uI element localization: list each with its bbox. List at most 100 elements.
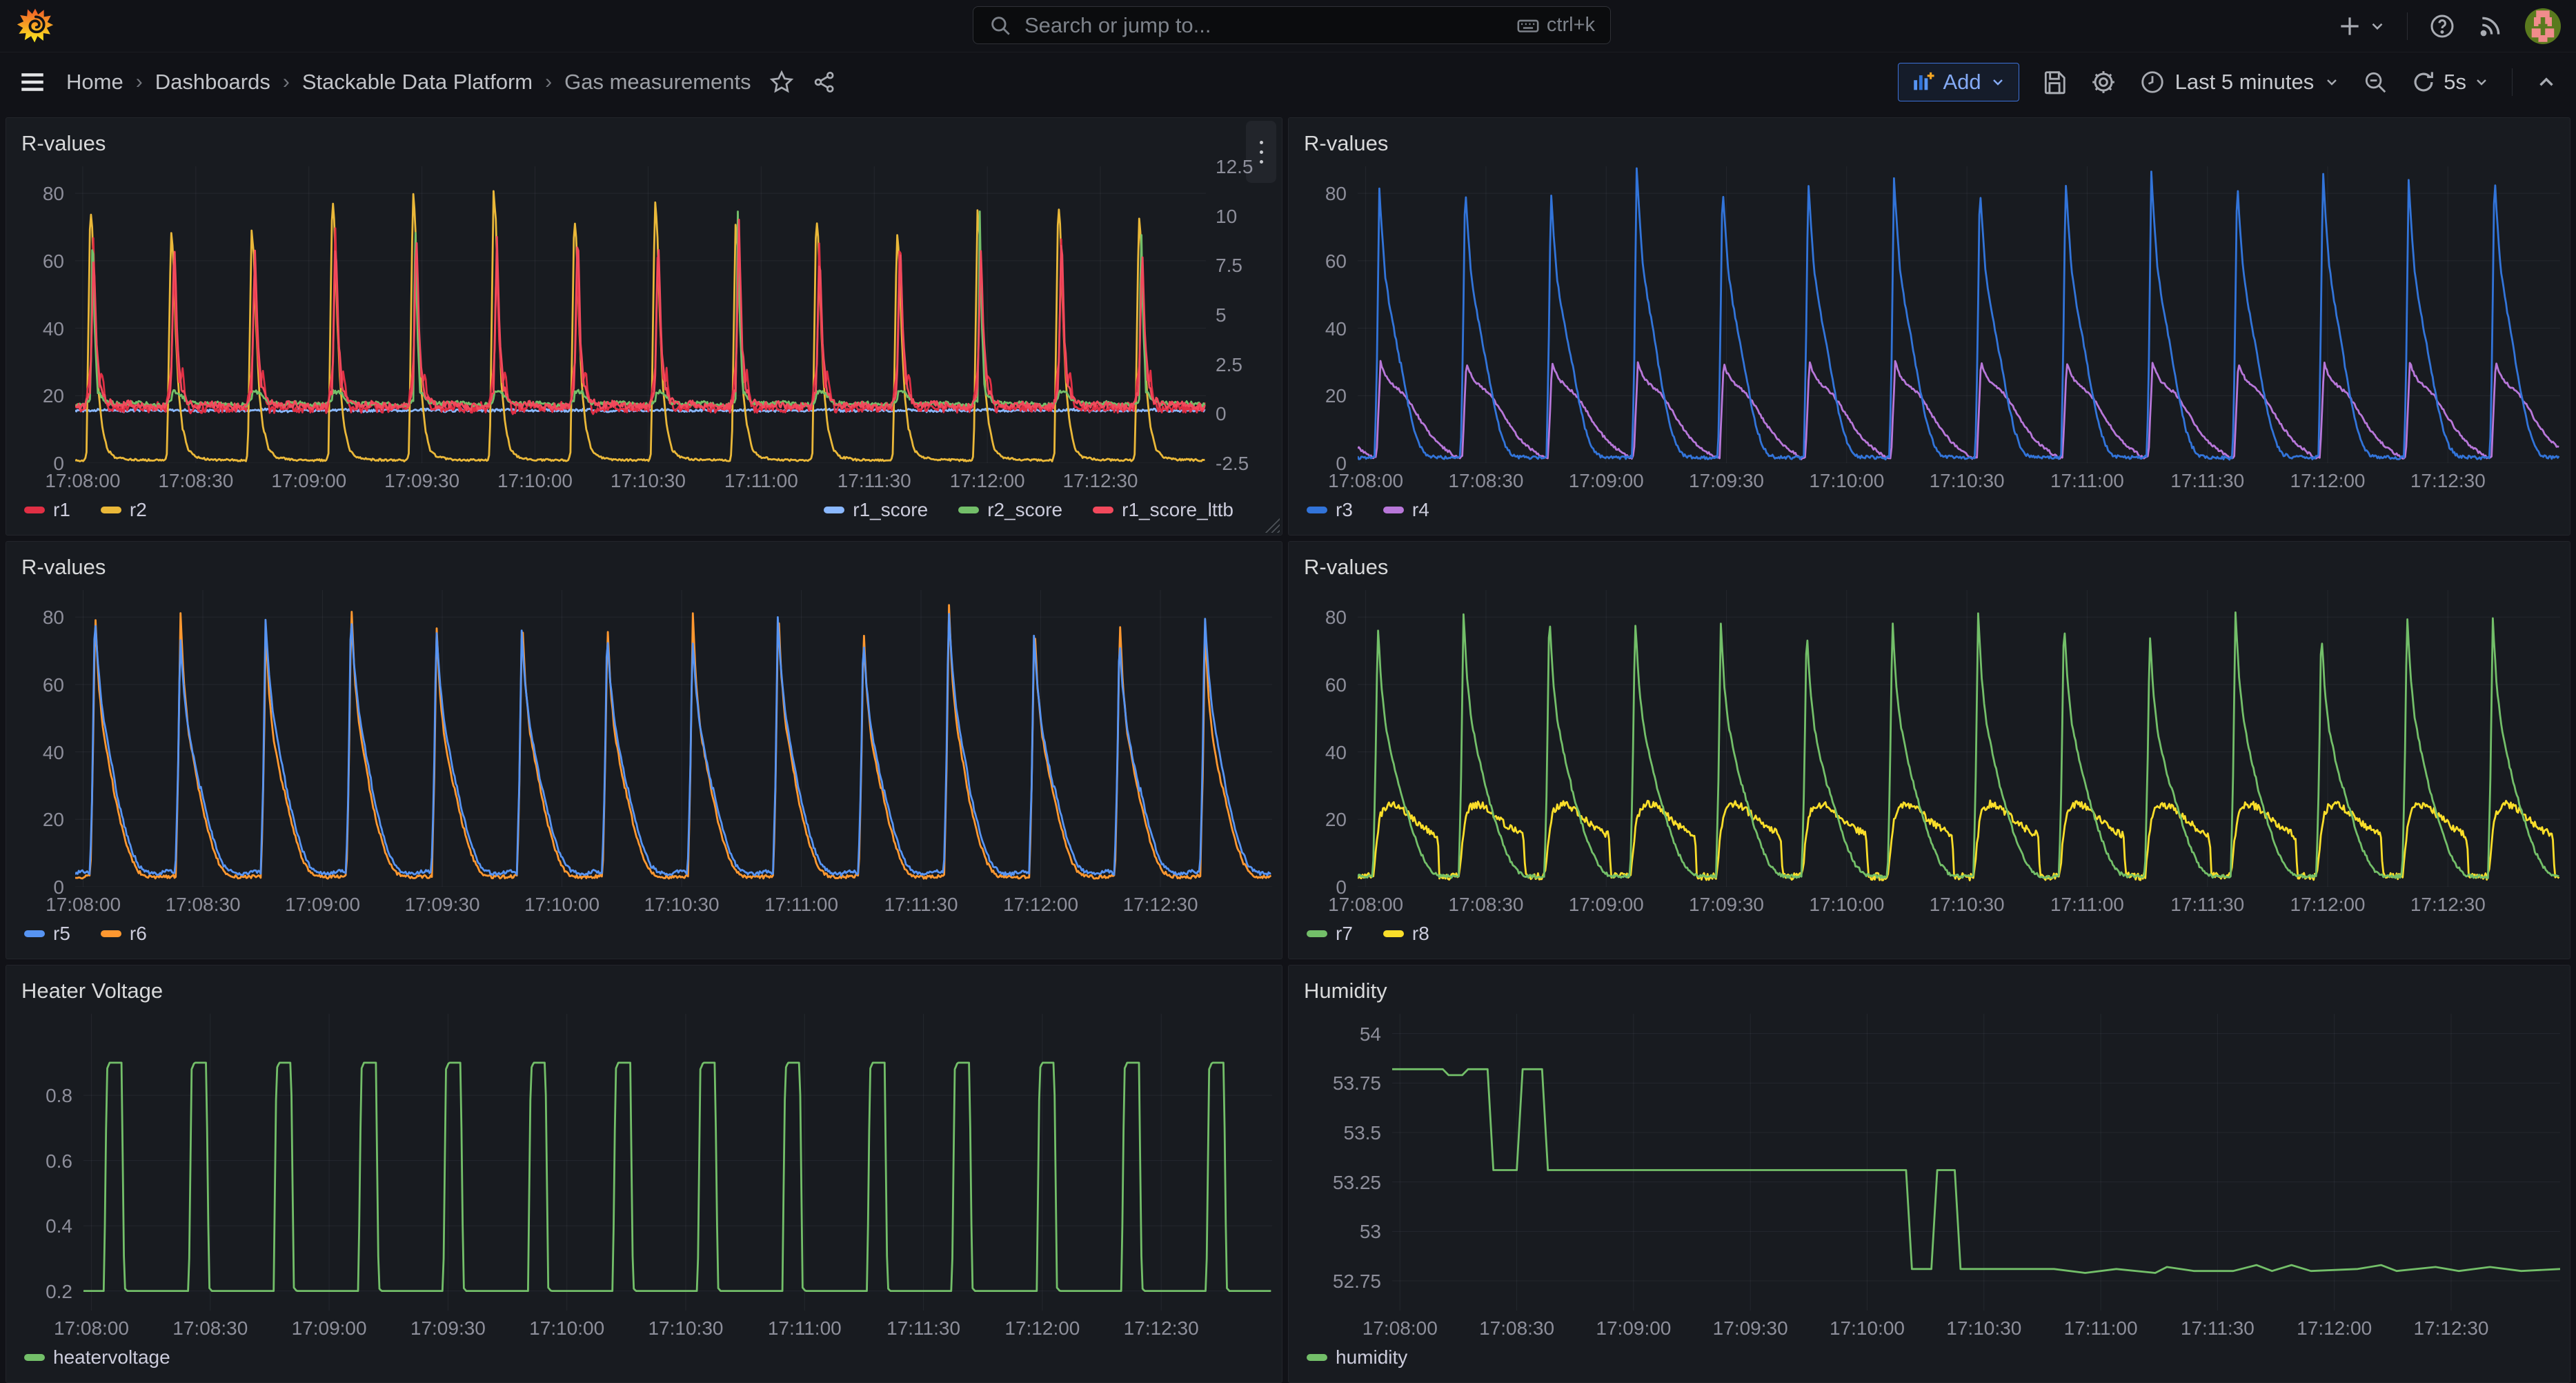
panel-r-values-4: R-values 020406080 17:08:0017:08:3017:09… <box>1288 541 2570 959</box>
legend-label: r2_score <box>987 499 1062 521</box>
legend-label: r1_score <box>853 499 928 521</box>
legend-item-r1_score[interactable]: r1_score <box>824 499 928 521</box>
time-range-picker[interactable]: Last 5 minutes <box>2139 69 2341 95</box>
legend-swatch <box>1383 507 1404 513</box>
y-tick-label: 40 <box>43 318 64 340</box>
legend-item-r4[interactable]: r4 <box>1383 499 1429 521</box>
x-tick-label: 17:09:00 <box>1596 1317 1671 1340</box>
zoom-out-button[interactable] <box>2362 69 2388 95</box>
panel-title[interactable]: Heater Voltage <box>21 979 163 1003</box>
plot-area[interactable] <box>1392 1014 2560 1311</box>
chevron-down-icon <box>1990 74 2006 90</box>
search-input[interactable] <box>1023 12 1505 39</box>
news-button[interactable] <box>2477 12 2504 40</box>
panel-title[interactable]: R-values <box>21 131 106 156</box>
search-icon <box>989 14 1012 37</box>
plot-area[interactable] <box>75 166 1206 463</box>
x-tick-label: 17:12:30 <box>1124 1317 1199 1340</box>
legend-item-r8[interactable]: r8 <box>1383 923 1429 945</box>
x-tick-label: 17:10:00 <box>529 1317 604 1340</box>
panel-r-values-2: R-values 020406080 17:08:0017:08:3017:09… <box>1288 117 2570 536</box>
grafana-logo[interactable] <box>17 7 54 44</box>
x-axis: 17:08:0017:08:3017:09:0017:09:3017:10:00… <box>1358 887 2560 919</box>
y-tick-label: 20 <box>43 385 64 407</box>
x-tick-label: 17:09:30 <box>405 894 480 916</box>
y-tick-label: 53 <box>1360 1221 1381 1243</box>
y-tick-label: 60 <box>1325 251 1347 273</box>
chevron-down-icon <box>2324 74 2340 90</box>
breadcrumb-home[interactable]: Home <box>66 70 123 95</box>
panel-r-values-1: R-values 020406080 -2.502.557.51012.5 17… <box>6 117 1282 536</box>
legend-item-r3[interactable]: r3 <box>1307 499 1353 521</box>
panel-title[interactable]: R-values <box>1304 555 1388 580</box>
legend-item-r1[interactable]: r1 <box>24 499 70 521</box>
global-search[interactable]: ctrl+k <box>973 6 1611 44</box>
y-tick-label: 80 <box>1325 607 1347 629</box>
panel-title[interactable]: Humidity <box>1304 979 1387 1003</box>
breadcrumb-separator: › <box>136 70 143 94</box>
x-tick-label: 17:11:30 <box>884 894 958 916</box>
legend-item-r2_score[interactable]: r2_score <box>958 499 1062 521</box>
panel-title[interactable]: R-values <box>21 555 106 580</box>
legend-item-heatervoltage[interactable]: heatervoltage <box>24 1346 170 1369</box>
plot-area[interactable] <box>75 590 1272 887</box>
collapse-toolbar-button[interactable] <box>2535 70 2558 94</box>
legend-swatch <box>1307 507 1327 513</box>
divider <box>2407 12 2408 40</box>
refresh-picker[interactable]: 5s <box>2410 69 2490 95</box>
panel-r-values-3: R-values 020406080 17:08:0017:08:3017:09… <box>6 541 1282 959</box>
star-icon <box>769 70 794 95</box>
y-axis-left: 020406080 <box>1289 590 1358 887</box>
new-menu-button[interactable] <box>2337 13 2386 39</box>
chevron-down-icon <box>2473 74 2490 90</box>
panel-title[interactable]: R-values <box>1304 131 1388 156</box>
x-tick-label: 17:08:00 <box>45 470 120 492</box>
rss-icon <box>2477 12 2504 40</box>
x-tick-label: 17:11:00 <box>2050 470 2124 492</box>
y-tick-label: 52.75 <box>1333 1271 1381 1293</box>
plot-area[interactable] <box>1358 166 2560 463</box>
user-avatar[interactable] <box>2525 8 2561 44</box>
share-icon <box>812 70 837 95</box>
share-button[interactable] <box>812 70 837 95</box>
y-tick-label: 20 <box>43 809 64 831</box>
legend-item-humidity[interactable]: humidity <box>1307 1346 1407 1369</box>
plot-area[interactable] <box>83 1014 1272 1311</box>
legend-item-r5[interactable]: r5 <box>24 923 70 945</box>
y-tick-label: 53.25 <box>1333 1172 1381 1194</box>
y-tick-label: 54 <box>1360 1023 1381 1046</box>
legend-swatch <box>1307 930 1327 937</box>
x-tick-label: 17:12:00 <box>2297 1317 2372 1340</box>
breadcrumb-folder[interactable]: Stackable Data Platform <box>302 70 533 95</box>
x-tick-label: 17:10:00 <box>1809 894 1884 916</box>
y-axis-right <box>2560 166 2570 463</box>
chevron-down-icon <box>2368 17 2386 35</box>
favorite-button[interactable] <box>769 70 794 95</box>
x-tick-label: 17:10:30 <box>1930 470 2005 492</box>
x-tick-label: 17:08:30 <box>166 894 241 916</box>
legend-item-r1_score_lttb[interactable]: r1_score_lttb <box>1093 499 1233 521</box>
y-tick-label: 53.75 <box>1333 1072 1381 1095</box>
y-tick-label: 80 <box>1325 183 1347 205</box>
mega-menu-toggle[interactable] <box>18 68 47 97</box>
x-tick-label: 17:11:00 <box>768 1317 842 1340</box>
x-tick-label: 17:08:30 <box>172 1317 248 1340</box>
y-tick-label: 0.6 <box>46 1150 72 1173</box>
breadcrumb-dashboards[interactable]: Dashboards <box>155 70 270 95</box>
legend-item-r7[interactable]: r7 <box>1307 923 1353 945</box>
save-dashboard-button[interactable] <box>2041 69 2068 95</box>
y-tick-label: 2.5 <box>1216 354 1242 376</box>
x-tick-label: 17:11:30 <box>2170 470 2244 492</box>
legend-item-r2[interactable]: r2 <box>101 499 147 521</box>
help-button[interactable] <box>2428 12 2456 40</box>
y-axis-right <box>2560 1014 2570 1311</box>
keyboard-icon <box>1516 14 1540 37</box>
y-tick-label: 60 <box>43 674 64 696</box>
legend-item-r6[interactable]: r6 <box>101 923 147 945</box>
dashboard-settings-button[interactable] <box>2090 68 2117 96</box>
add-button[interactable]: Add <box>1898 63 2019 101</box>
x-tick-label: 17:09:30 <box>410 1317 486 1340</box>
plot-area[interactable] <box>1358 590 2560 887</box>
legend-label: r8 <box>1412 923 1429 945</box>
legend-swatch <box>101 930 121 937</box>
